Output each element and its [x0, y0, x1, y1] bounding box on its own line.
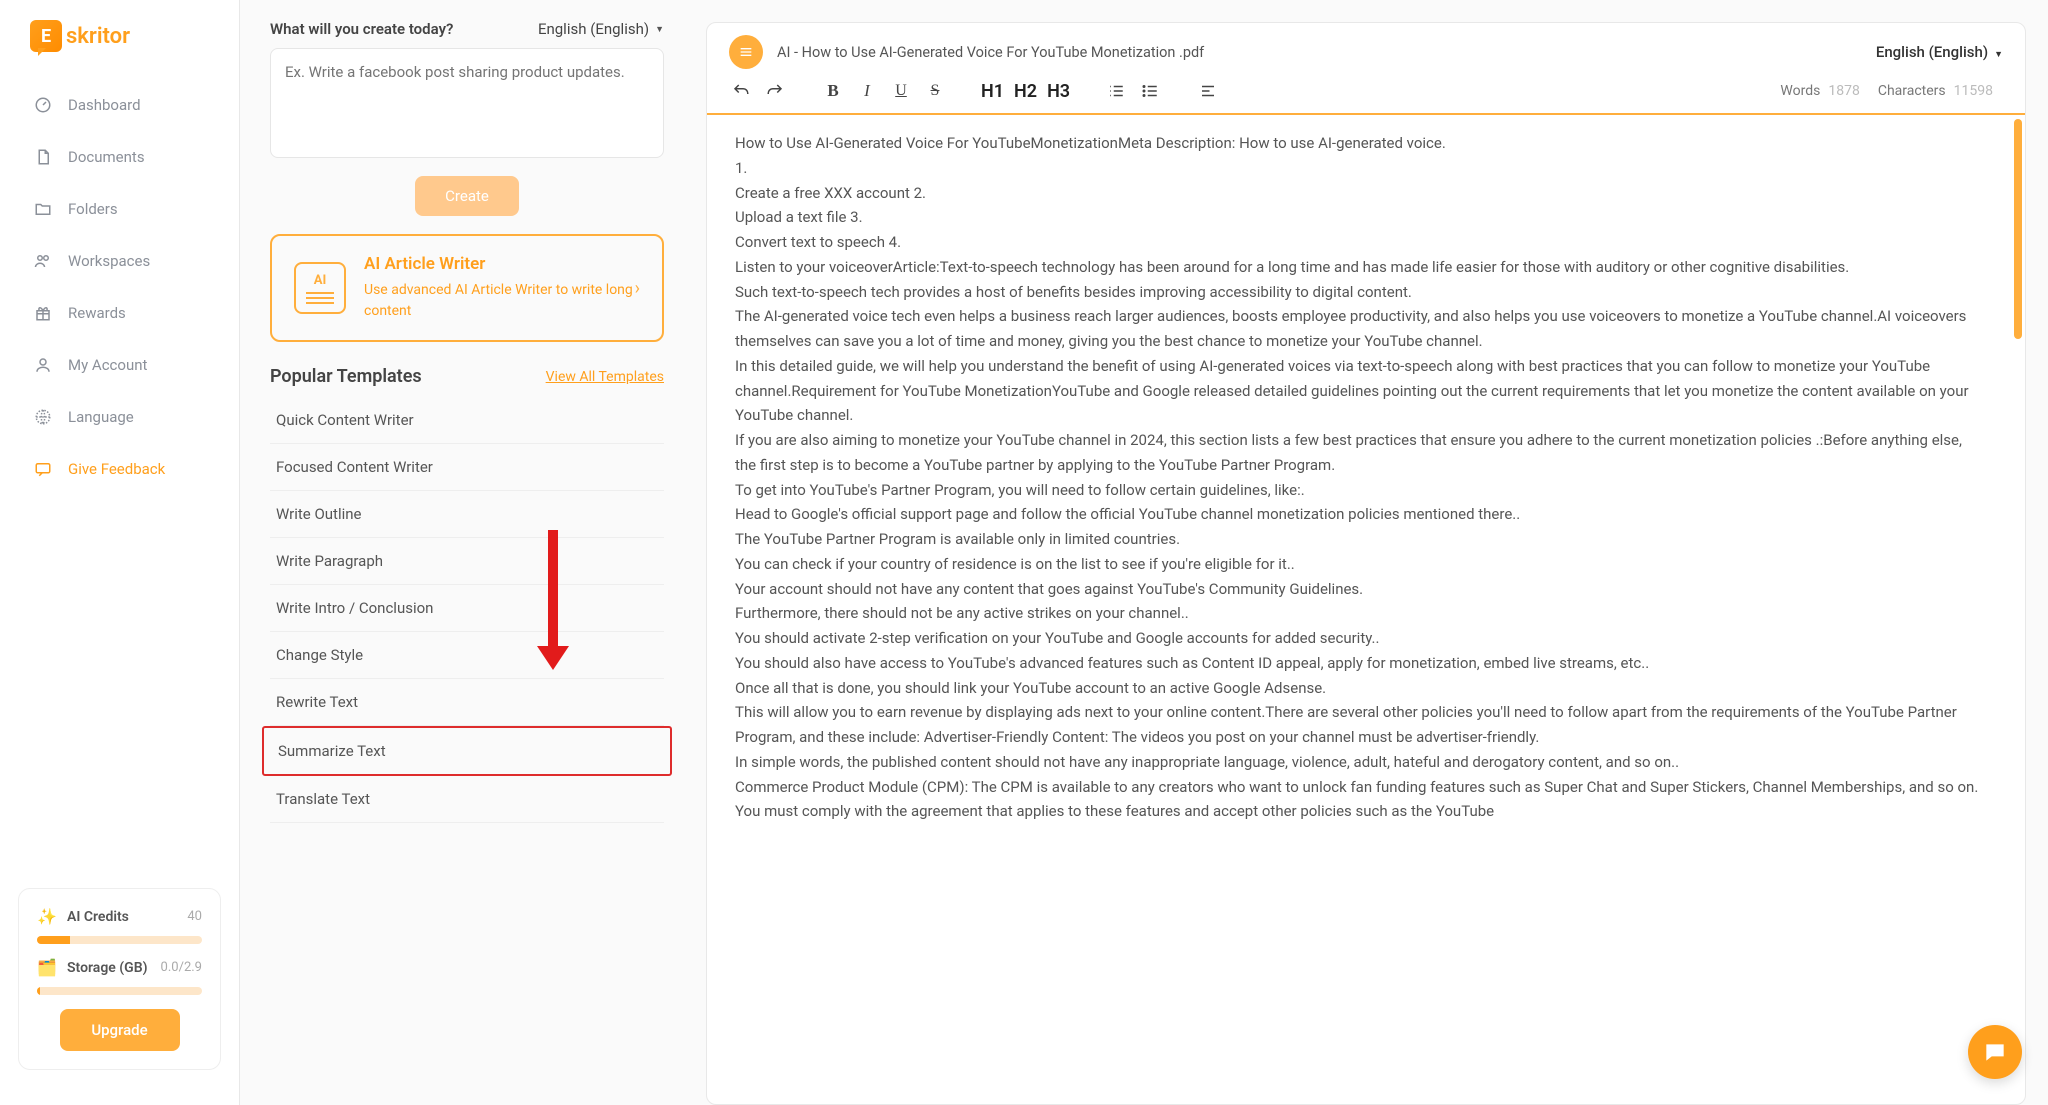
- align-button[interactable]: [1196, 79, 1220, 103]
- prompt-textarea[interactable]: [270, 48, 664, 158]
- underline-button[interactable]: U: [889, 79, 913, 103]
- sidebar-item-label: Rewards: [68, 304, 126, 322]
- h3-button[interactable]: H3: [1047, 81, 1070, 102]
- writer-desc: Use advanced AI Article Writer to write …: [364, 280, 635, 322]
- editor-stats: Words 1878 Characters 11598: [1780, 83, 2003, 99]
- chars-label: Characters: [1878, 83, 1946, 99]
- template-write-intro-conclusion[interactable]: Write Intro / Conclusion: [270, 585, 664, 632]
- editor-content[interactable]: How to Use AI-Generated Voice For YouTub…: [735, 131, 1997, 824]
- sidebar-item-dashboard[interactable]: Dashboard: [18, 82, 221, 128]
- sidebar-item-workspaces[interactable]: Workspaces: [18, 238, 221, 284]
- template-change-style[interactable]: Change Style: [270, 632, 664, 679]
- ai-credits-bar-fill: [37, 936, 70, 944]
- ordered-list-button[interactable]: [1104, 79, 1128, 103]
- editor-panel: AI - How to Use AI-Generated Voice For Y…: [680, 0, 2048, 1105]
- ai-credits-label: AI Credits: [67, 909, 187, 925]
- credits-box: ✨ AI Credits 40 🗂️ Storage (GB) 0.0/2.9 …: [18, 888, 221, 1070]
- storage-value: 0.0/2.9: [161, 960, 202, 975]
- template-rewrite-text[interactable]: Rewrite Text: [270, 679, 664, 726]
- ai-credits-row: ✨ AI Credits 40: [37, 907, 202, 926]
- words-value: 1878: [1828, 83, 1859, 99]
- logo[interactable]: E skritor: [0, 0, 239, 82]
- prompt-title: What will you create today?: [270, 20, 453, 38]
- chat-icon: [1982, 1039, 2008, 1065]
- italic-button[interactable]: I: [855, 79, 879, 103]
- gauge-icon: [32, 94, 54, 116]
- ai-writer-icon: AI: [294, 262, 346, 314]
- folder-icon: [32, 198, 54, 220]
- sidebar-item-label: Give Feedback: [68, 460, 165, 478]
- sidebar-item-label: Language: [68, 408, 134, 426]
- gift-icon: [32, 302, 54, 324]
- globe-icon: [32, 406, 54, 428]
- create-button[interactable]: Create: [415, 176, 519, 216]
- template-translate-text[interactable]: Translate Text: [270, 776, 664, 823]
- unordered-list-button[interactable]: [1138, 79, 1162, 103]
- view-all-templates-link[interactable]: View All Templates: [546, 369, 664, 385]
- template-list: Quick Content Writer Focused Content Wri…: [270, 397, 664, 823]
- document-title: AI - How to Use AI-Generated Voice For Y…: [777, 44, 1876, 61]
- editor-content-wrap[interactable]: How to Use AI-Generated Voice For YouTub…: [707, 115, 2025, 1104]
- users-icon: [32, 250, 54, 272]
- sidebar-item-my-account[interactable]: My Account: [18, 342, 221, 388]
- words-label: Words: [1780, 83, 1820, 99]
- storage-bar-fill: [37, 987, 40, 995]
- template-quick-content-writer[interactable]: Quick Content Writer: [270, 397, 664, 444]
- sidebar: E skritor Dashboard Documents Folders Wo…: [0, 0, 240, 1105]
- storage-row: 🗂️ Storage (GB) 0.0/2.9: [37, 958, 202, 977]
- undo-button[interactable]: [729, 79, 753, 103]
- sidebar-item-rewards[interactable]: Rewards: [18, 290, 221, 336]
- sidebar-item-folders[interactable]: Folders: [18, 186, 221, 232]
- logo-text: skritor: [66, 24, 130, 49]
- template-focused-content-writer[interactable]: Focused Content Writer: [270, 444, 664, 491]
- strikethrough-button[interactable]: S: [923, 79, 947, 103]
- ai-credits-bar: [37, 936, 202, 944]
- sidebar-item-documents[interactable]: Documents: [18, 134, 221, 180]
- user-icon: [32, 354, 54, 376]
- sidebar-item-label: My Account: [68, 356, 147, 374]
- template-write-paragraph[interactable]: Write Paragraph: [270, 538, 664, 585]
- upgrade-button[interactable]: Upgrade: [60, 1009, 180, 1051]
- template-summarize-text[interactable]: Summarize Text: [262, 726, 672, 776]
- h1-button[interactable]: H1: [981, 81, 1004, 102]
- sparkle-icon: ✨: [37, 907, 57, 926]
- h2-button[interactable]: H2: [1014, 81, 1037, 102]
- language-select[interactable]: English (English): [538, 20, 664, 38]
- templates-title: Popular Templates: [270, 366, 422, 387]
- ai-article-writer-card[interactable]: AI AI Article Writer Use advanced AI Art…: [270, 234, 664, 342]
- create-panel: What will you create today? English (Eng…: [240, 0, 680, 1105]
- editor-toolbar: B I U S H1 H2 H3 Words 1878 Characters: [707, 73, 2025, 115]
- menu-icon: [738, 44, 754, 60]
- bold-button[interactable]: B: [821, 79, 845, 103]
- editor-language-select[interactable]: English (English): [1876, 43, 2003, 61]
- sidebar-item-label: Folders: [68, 200, 118, 218]
- storage-bar: [37, 987, 202, 995]
- logo-mark-icon: E: [30, 20, 62, 52]
- sidebar-item-label: Dashboard: [68, 96, 141, 114]
- storage-icon: 🗂️: [37, 958, 57, 977]
- editor-menu-button[interactable]: [729, 35, 763, 69]
- sidebar-item-label: Documents: [68, 148, 145, 166]
- scrollbar-thumb[interactable]: [2014, 119, 2022, 339]
- storage-label: Storage (GB): [67, 960, 161, 976]
- redo-button[interactable]: [763, 79, 787, 103]
- sidebar-item-language[interactable]: Language: [18, 394, 221, 440]
- sidebar-nav: Dashboard Documents Folders Workspaces R…: [0, 82, 239, 888]
- feedback-icon: [32, 458, 54, 480]
- ai-credits-value: 40: [187, 909, 202, 924]
- chat-fab-button[interactable]: [1968, 1025, 2022, 1079]
- template-write-outline[interactable]: Write Outline: [270, 491, 664, 538]
- sidebar-item-give-feedback[interactable]: Give Feedback: [18, 446, 221, 492]
- sidebar-item-label: Workspaces: [68, 252, 150, 270]
- document-icon: [32, 146, 54, 168]
- chevron-right-icon: ›: [635, 278, 640, 299]
- writer-title: AI Article Writer: [364, 254, 635, 274]
- chars-value: 11598: [1954, 83, 1993, 99]
